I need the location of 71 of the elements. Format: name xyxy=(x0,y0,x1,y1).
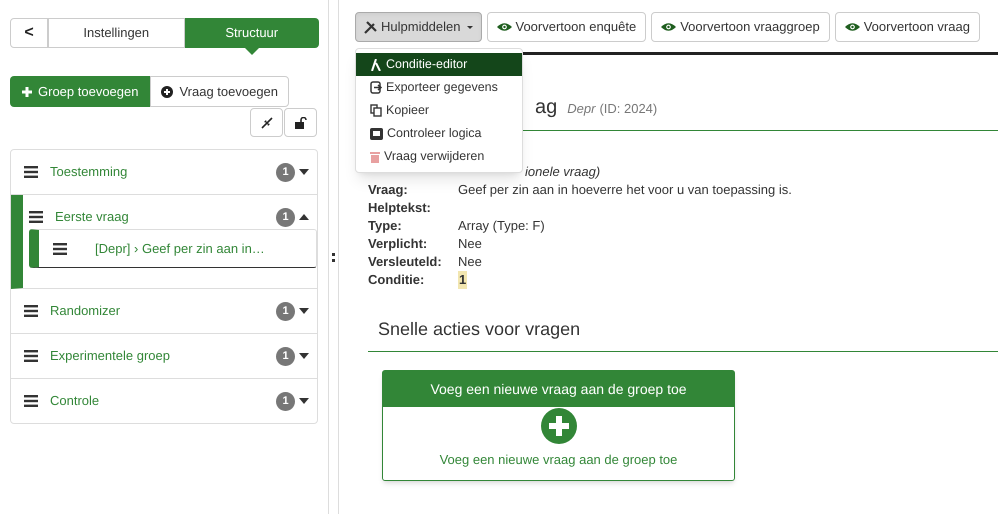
field-value: Nee xyxy=(458,235,482,253)
field-label: Verplicht: xyxy=(368,235,428,253)
collapse-icon xyxy=(260,116,272,128)
tab[interactable]: Instellingen xyxy=(48,18,184,48)
section-heading: Snelle acties voor vragen xyxy=(378,318,582,341)
add-question-button[interactable]: Vraag toevoegen xyxy=(150,76,290,107)
field-label: Helptekst: xyxy=(368,199,432,217)
collapse-button[interactable] xyxy=(250,108,283,137)
tab-pointer xyxy=(244,48,259,55)
menu-item[interactable]: Controleer logica xyxy=(356,122,522,145)
count-badge: 1 xyxy=(276,302,295,320)
back-button[interactable]: < xyxy=(10,18,48,48)
plus-circle-icon xyxy=(161,86,174,98)
preview-button[interactable]: Voorvertoon vraag xyxy=(834,12,980,42)
caret-down-icon[interactable] xyxy=(299,308,309,314)
tools-button[interactable]: Hulpmiddelen xyxy=(355,12,482,42)
caret-up-icon[interactable] xyxy=(299,214,309,220)
field-value: Array (Type: F) xyxy=(458,217,545,235)
field-value: Nee xyxy=(458,253,482,271)
question-code: Depr xyxy=(567,100,596,118)
plus-circle-icon xyxy=(540,408,576,444)
question-title: ag xyxy=(535,95,558,120)
eye-icon xyxy=(496,22,512,32)
group-item[interactable]: Randomizer 1 xyxy=(11,289,317,333)
card-title: Voeg een nieuwe vraag aan de groep toe xyxy=(383,371,734,407)
trash-icon xyxy=(370,150,380,162)
tools-icon xyxy=(364,20,377,34)
add-group-button[interactable]: Groep toevoegen xyxy=(10,76,150,107)
field-label: Type: xyxy=(368,217,403,235)
group-item[interactable]: Controle 1 xyxy=(11,379,317,423)
qa-icon xyxy=(370,128,383,140)
field-label: Versleuteld: xyxy=(368,253,443,271)
eye-icon xyxy=(844,22,860,32)
count-badge: 1 xyxy=(276,346,295,366)
count-badge: 1 xyxy=(276,392,295,410)
drag-handle-icon[interactable] xyxy=(24,305,38,317)
question-item[interactable]: [Depr] › Geef per zin aan in… xyxy=(29,229,317,268)
caret-down-icon[interactable] xyxy=(299,398,309,404)
group-item[interactable]: Toestemming 1 xyxy=(11,150,317,194)
field-label: Vraag: xyxy=(368,181,409,199)
field-value: ionele vraag) xyxy=(525,164,600,179)
question-id: (ID: 2024) xyxy=(599,100,658,118)
count-badge: 1 xyxy=(276,162,295,182)
eye-icon xyxy=(661,22,676,32)
field-label: Conditie: xyxy=(368,271,426,289)
unlock-icon xyxy=(294,116,306,128)
field-value: Geef per zin aan in hoeverre het voor u van toepassing is. xyxy=(458,181,792,199)
group-item[interactable]: Experimentele groep 1 xyxy=(11,334,317,378)
drag-handle-icon[interactable] xyxy=(24,395,38,407)
caret-down-icon[interactable] xyxy=(299,169,309,175)
plus-icon xyxy=(22,86,32,96)
drag-handle-icon[interactable] xyxy=(24,166,38,178)
card-link[interactable]: Voeg een nieuwe vraag aan de groep toe xyxy=(440,450,678,470)
copy-icon xyxy=(370,104,382,117)
drag-handle-icon[interactable] xyxy=(24,350,38,362)
drag-handle-icon[interactable] xyxy=(29,211,43,223)
unlock-button[interactable] xyxy=(284,108,317,137)
add-question-card[interactable]: Voeg een nieuwe vraag aan de groep toe Voeg een nieuwe vraag aan de groep toe xyxy=(382,370,735,480)
menu-item[interactable]: Vraag verwijderen xyxy=(356,145,522,168)
menu-item[interactable]: Kopieer xyxy=(356,99,522,122)
drag-handle-icon[interactable] xyxy=(53,242,67,254)
field-value: 1 xyxy=(458,271,468,289)
menu-item[interactable]: Conditie-editor xyxy=(356,53,522,76)
preview-button[interactable]: Voorvertoon enquête xyxy=(486,12,646,42)
count-badge: 1 xyxy=(276,208,295,226)
caret-down-icon[interactable] xyxy=(299,353,309,359)
resize-grip-icon[interactable] xyxy=(332,252,335,262)
branch-icon xyxy=(370,58,382,70)
preview-button[interactable]: Voorvertoon vraaggroep xyxy=(651,12,830,42)
menu-item[interactable]: Exporteer gegevens xyxy=(356,76,522,99)
export-icon xyxy=(370,81,382,94)
